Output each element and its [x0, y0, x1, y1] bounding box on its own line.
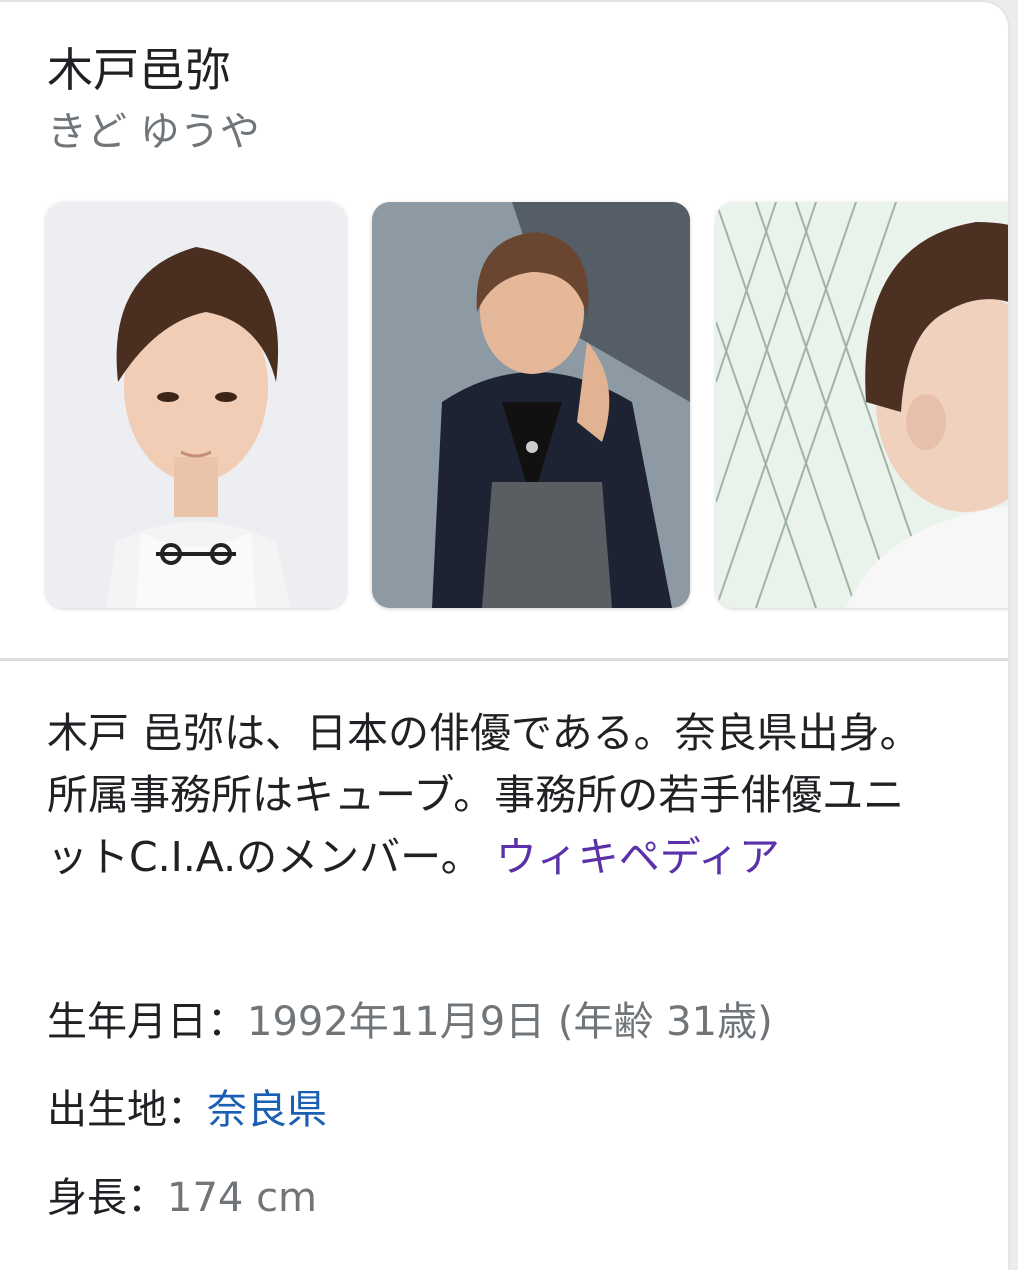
description-line-2: 所属事務所はキューブ。事務所の若手俳優ユニットC.I.A.のメンバー。 ウィキペデ… [47, 764, 927, 888]
birthplace-link[interactable]: 奈良県 [207, 1087, 327, 1133]
description-line-1: 木戸 邑弥は、日本の俳優である。奈良県出身。 [47, 709, 921, 757]
fact-birth-date: 生年月日：1992年11月9日 (年齢 31歳) [47, 995, 773, 1049]
entity-description: 木戸 邑弥は、日本の俳優である。奈良県出身。 所属事務所はキューブ。事務所の若手… [47, 702, 927, 888]
entity-reading: きど ゆうや [47, 109, 260, 155]
entity-name: 木戸邑弥 [47, 43, 231, 97]
carousel-image-2[interactable] [372, 202, 690, 608]
knowledge-panel: 木戸邑弥 きど ゆうや 木戸 邑弥は、日本の俳優である。奈良県出身。 所属事務所… [0, 0, 1010, 1270]
birth-date-label: 生年月日： [47, 999, 247, 1045]
height-value: 174 cm [167, 1175, 318, 1221]
birth-date-value: 1992年11月9日 (年齢 31歳) [247, 999, 773, 1045]
fact-birthplace: 出生地：奈良県 [47, 1083, 327, 1137]
carousel-image-3[interactable] [716, 202, 1008, 608]
fact-height: 身長：174 cm [47, 1171, 317, 1225]
birthplace-label: 出生地： [47, 1087, 207, 1133]
carousel-image-1[interactable] [46, 202, 346, 608]
wikipedia-source-link[interactable]: ウィキペディア [496, 833, 780, 881]
image-carousel[interactable] [0, 202, 1008, 610]
section-divider [0, 658, 1008, 661]
height-label: 身長： [47, 1175, 167, 1221]
